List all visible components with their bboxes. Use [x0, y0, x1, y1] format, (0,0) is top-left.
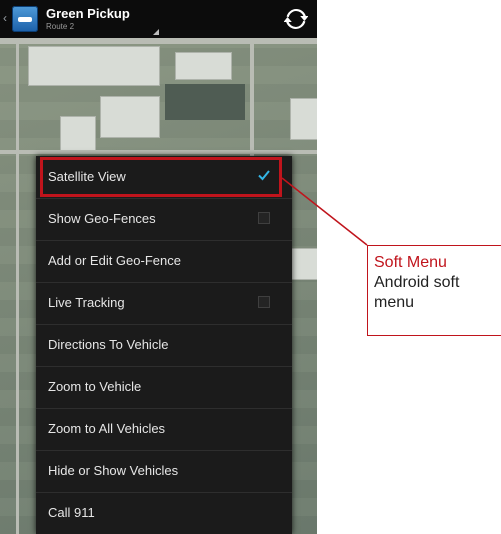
menu-item-zoom-to-all-vehicles[interactable]: Zoom to All Vehicles: [36, 408, 292, 451]
menu-item-label: Zoom to Vehicle: [48, 379, 142, 394]
app-title[interactable]: Green Pickup: [46, 6, 130, 21]
action-bar: ‹ Green Pickup Route 2: [0, 0, 317, 38]
menu-item-label: Zoom to All Vehicles: [48, 421, 166, 436]
menu-item-hide-show-vehicles[interactable]: Hide or Show Vehicles: [36, 450, 292, 493]
menu-item-show-geo-fences[interactable]: Show Geo-Fences: [36, 198, 292, 241]
app-logo-icon[interactable]: [12, 6, 38, 32]
dropdown-indicator-icon[interactable]: [153, 29, 159, 35]
menu-item-add-edit-geo-fence[interactable]: Add or Edit Geo-Fence: [36, 240, 292, 283]
phone-screen: ‹ Green Pickup Route 2 Satellite View Sh…: [0, 0, 317, 534]
menu-item-label: Call 911: [48, 505, 95, 520]
menu-item-call-911[interactable]: Call 911: [36, 492, 292, 534]
menu-item-zoom-to-vehicle[interactable]: Zoom to Vehicle: [36, 366, 292, 409]
map-building: [290, 98, 317, 140]
checkbox[interactable]: [258, 296, 270, 308]
map-building: [175, 52, 232, 80]
callout-box: Soft Menu Android soft menu: [367, 245, 501, 336]
checkbox[interactable]: [258, 212, 270, 224]
menu-item-label: Live Tracking: [48, 295, 125, 310]
callout-description: Android soft menu: [374, 274, 460, 311]
map-road: [0, 150, 317, 154]
menu-item-label: Hide or Show Vehicles: [48, 463, 179, 478]
menu-item-directions-to-vehicle[interactable]: Directions To Vehicle: [36, 324, 292, 367]
menu-item-label: Add or Edit Geo-Fence: [48, 253, 181, 268]
callout-title: Soft Menu: [374, 254, 447, 271]
map-building: [165, 84, 245, 120]
back-chevron-icon[interactable]: ‹: [3, 12, 7, 24]
menu-item-label: Show Geo-Fences: [48, 211, 156, 226]
overflow-menu: Satellite View Show Geo-Fences Add or Ed…: [36, 156, 292, 534]
map-building: [60, 116, 96, 152]
map-building: [100, 96, 160, 138]
menu-item-live-tracking[interactable]: Live Tracking: [36, 282, 292, 325]
map-road: [16, 38, 19, 534]
callout-highlight-box: [40, 157, 282, 197]
map-building: [28, 46, 160, 86]
app-subtitle[interactable]: Route 2: [46, 22, 74, 32]
menu-item-label: Directions To Vehicle: [48, 337, 169, 352]
map-road: [0, 38, 317, 44]
refresh-icon[interactable]: [284, 7, 308, 31]
